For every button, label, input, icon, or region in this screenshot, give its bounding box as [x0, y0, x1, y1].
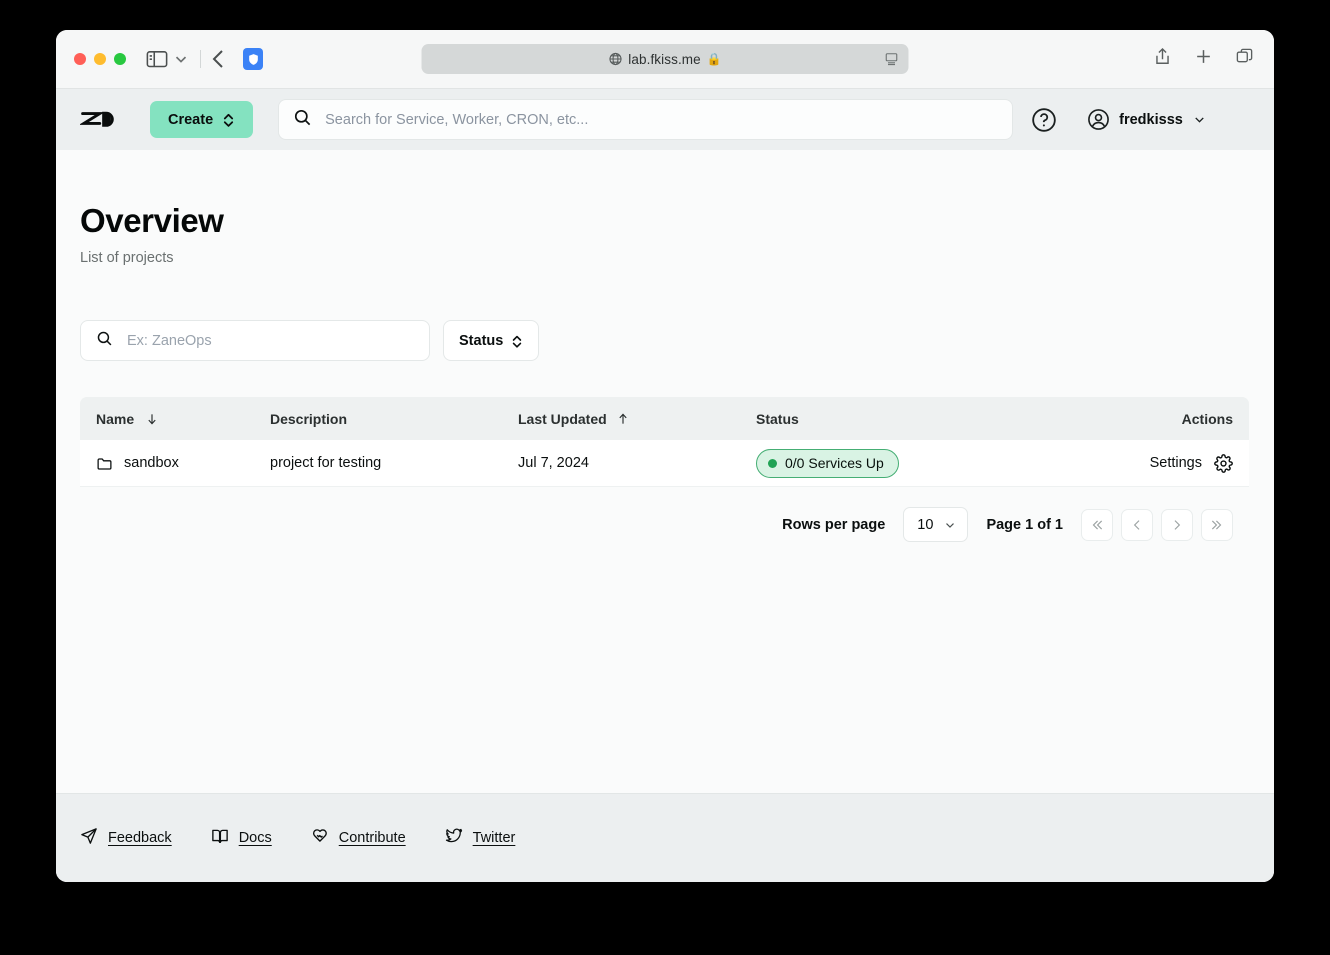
shield-extension-icon[interactable]: [243, 48, 263, 70]
rows-per-page-label: Rows per page: [782, 516, 886, 533]
back-icon[interactable]: [207, 48, 231, 70]
footer-link-label: Feedback: [108, 830, 172, 846]
cell-actions: Settings: [1099, 453, 1249, 473]
app-footer: Feedback Docs Contribute Twitter: [56, 793, 1274, 882]
lock-icon: 🔒: [706, 52, 722, 66]
search-icon: [96, 330, 113, 352]
create-button[interactable]: Create: [150, 101, 254, 138]
column-label: Actions: [1181, 410, 1233, 427]
send-icon: [80, 827, 98, 849]
screen: lab.fkiss.me 🔒 Create Search for Service…: [0, 0, 1330, 955]
project-filter[interactable]: [80, 320, 430, 361]
column-label: Description: [270, 410, 348, 427]
main-content: Overview List of projects Status: [56, 150, 1274, 882]
footer-link-label: Twitter: [472, 830, 516, 846]
column-header-description[interactable]: Description: [270, 411, 518, 427]
footer-link-label: Docs: [238, 830, 272, 846]
folder-icon: [96, 455, 113, 472]
column-header-actions: Actions: [1099, 411, 1249, 427]
chevron-updown-icon: [511, 334, 523, 348]
create-button-label: Create: [168, 111, 214, 128]
arrow-up-icon: [616, 412, 630, 426]
tabs-overview-icon[interactable]: [1235, 47, 1254, 71]
status-filter-select[interactable]: Status: [443, 320, 540, 361]
minimize-window-button[interactable]: [94, 53, 106, 65]
status-filter-label: Status: [459, 332, 504, 349]
cell-name: sandbox: [80, 455, 270, 472]
app-header: Create Search for Service, Worker, CRON,…: [56, 89, 1274, 150]
zaneops-logo[interactable]: [78, 107, 126, 133]
reader-view-icon[interactable]: [885, 52, 899, 66]
rows-per-page-value: 10: [917, 516, 934, 533]
help-circle-icon[interactable]: [1031, 107, 1057, 133]
footer-link-label: Contribute: [338, 830, 406, 846]
page-indicator: Page 1 of 1: [986, 516, 1063, 533]
column-header-last-updated[interactable]: Last Updated: [518, 411, 756, 427]
status-dot-icon: [768, 458, 777, 468]
address-bar-url: lab.fkiss.me: [628, 51, 701, 67]
address-bar[interactable]: lab.fkiss.me 🔒: [421, 44, 909, 74]
first-page-button[interactable]: [1081, 508, 1113, 541]
cell-description: project for testing: [270, 455, 382, 471]
project-name: sandbox: [124, 455, 179, 471]
projects-table: Name Description Last Updated Status Act…: [80, 397, 1249, 487]
cell-status: 0/0 Services Up: [756, 448, 1099, 478]
chevron-updown-icon: [222, 112, 235, 127]
table-header-row: Name Description Last Updated Status Act…: [80, 397, 1249, 440]
filter-bar: Status: [80, 320, 1249, 361]
user-circle-icon: [1087, 108, 1110, 131]
sidebar-toggle-icon[interactable]: [146, 50, 168, 68]
browser-toolbar: lab.fkiss.me 🔒: [56, 30, 1274, 89]
twitter-bird-icon: [445, 827, 463, 849]
column-label: Name: [96, 410, 135, 427]
chevron-down-icon[interactable]: [172, 50, 190, 68]
cell-last-updated: Jul 7, 2024: [518, 455, 589, 471]
gear-icon[interactable]: [1214, 453, 1233, 473]
pagination: Rows per page 10 Page 1 of 1: [80, 507, 1249, 542]
footer-link-twitter[interactable]: Twitter: [445, 827, 516, 849]
previous-page-button[interactable]: [1121, 508, 1153, 541]
toolbar-divider: [200, 50, 201, 68]
browser-actions: [1153, 47, 1254, 71]
status-badge-label: 0/0 Services Up: [785, 455, 884, 471]
next-page-button[interactable]: [1161, 508, 1193, 541]
globe-icon: [608, 52, 622, 66]
heart-handshake-icon: [311, 827, 329, 849]
arrow-down-icon: [145, 412, 159, 426]
browser-window: lab.fkiss.me 🔒 Create Search for Service…: [56, 30, 1274, 882]
new-tab-icon[interactable]: [1194, 47, 1213, 71]
chevron-down-icon: [1192, 112, 1207, 127]
last-page-button[interactable]: [1201, 508, 1233, 541]
settings-link[interactable]: Settings: [1150, 455, 1202, 471]
column-header-status[interactable]: Status: [756, 411, 1099, 427]
page-subtitle: List of projects: [80, 250, 174, 266]
column-header-name[interactable]: Name: [80, 411, 270, 427]
column-label: Last Updated: [518, 410, 607, 427]
close-window-button[interactable]: [74, 53, 86, 65]
column-label: Status: [756, 410, 799, 427]
search-icon: [293, 108, 312, 132]
username-label: fredkisss: [1119, 111, 1183, 128]
search-input[interactable]: [325, 111, 999, 128]
status-badge: 0/0 Services Up: [756, 448, 899, 478]
footer-link-feedback[interactable]: Feedback: [80, 827, 172, 849]
table-row[interactable]: sandbox project for testing Jul 7, 2024 …: [80, 440, 1249, 487]
window-controls: [74, 53, 126, 65]
project-filter-input[interactable]: [127, 332, 414, 349]
maximize-window-button[interactable]: [114, 53, 126, 65]
pager-buttons: [1081, 508, 1233, 541]
page-title: Overview: [80, 202, 224, 239]
chevron-down-icon: [943, 518, 957, 532]
share-icon[interactable]: [1153, 47, 1172, 71]
user-menu[interactable]: fredkisss: [1087, 108, 1207, 131]
global-search[interactable]: [278, 99, 1014, 140]
book-icon: [211, 827, 229, 849]
rows-per-page-select[interactable]: 10: [903, 507, 969, 542]
footer-link-contribute[interactable]: Contribute: [311, 827, 406, 849]
footer-link-docs[interactable]: Docs: [211, 827, 272, 849]
